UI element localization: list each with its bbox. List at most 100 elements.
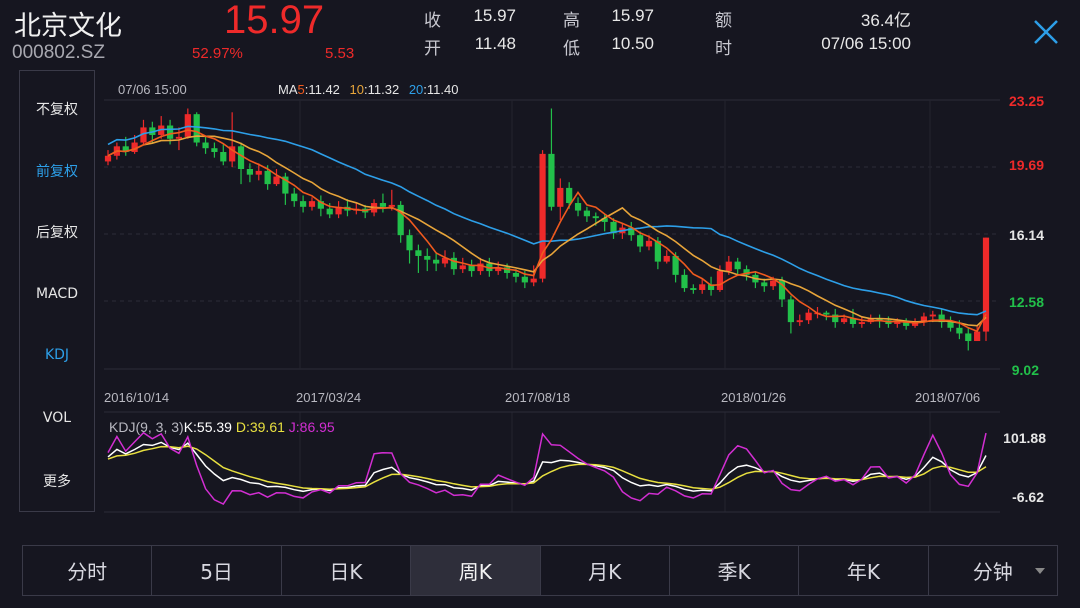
price-axis-label: 9.02	[1011, 362, 1039, 378]
ma10-value: :11.32	[364, 82, 400, 97]
candle-body	[761, 282, 768, 287]
tab-minute[interactable]: 分钟	[929, 546, 1057, 595]
candle-body	[734, 261, 741, 270]
candle-body	[796, 320, 803, 323]
candle-body	[512, 272, 520, 277]
candle-body	[193, 114, 200, 143]
candle-body	[246, 168, 254, 175]
price-axis-label: 16.14	[1008, 227, 1044, 243]
candle-body	[929, 314, 936, 317]
candle-body	[202, 142, 209, 149]
tab-daily-k[interactable]: 日K	[282, 546, 412, 595]
tab-label: 周K	[458, 560, 492, 584]
date-axis-label: 2016/10/14	[104, 390, 170, 405]
price-axis-label: 23.25	[1008, 93, 1044, 109]
tab-weekly-k[interactable]: 周K	[411, 546, 541, 595]
kdj-axis-bottom: -6.62	[1012, 489, 1044, 505]
ma5-key: 5	[297, 82, 305, 97]
date-axis-label: 2018/01/26	[721, 390, 787, 405]
kline-chart[interactable]	[0, 0, 1080, 540]
candle-body	[433, 259, 440, 264]
date-axis-label: 2017/03/24	[296, 390, 362, 405]
candle-body	[308, 201, 316, 207]
tab-label: 季K	[717, 560, 751, 584]
candle-body	[237, 146, 245, 169]
candle-body	[894, 322, 901, 325]
kdj-j-value: J:86.95	[288, 419, 335, 435]
candle-body	[406, 235, 413, 251]
kdj-j-line	[107, 431, 987, 505]
candle-body	[947, 322, 954, 328]
kdj-axis-top: 101.88	[1003, 430, 1046, 446]
candle-body	[699, 284, 706, 290]
candle-body	[840, 318, 848, 323]
price-axis-label: 19.69	[1008, 157, 1044, 173]
candle-body	[220, 151, 227, 162]
ma20-key: 20	[408, 82, 424, 97]
candle-body	[326, 208, 333, 215]
kdj-label: KDJ(9, 3, 3)	[109, 419, 184, 435]
candle-body	[805, 312, 812, 321]
price-axis-label: 12.58	[1008, 294, 1044, 310]
ma-legend: MA5:11.42 10:11.32 20:11.40	[278, 82, 458, 97]
date-axis-label: 2018/07/06	[915, 390, 981, 405]
candle-body	[557, 187, 564, 207]
candle-body	[770, 280, 777, 287]
candle-body	[956, 327, 963, 334]
candle-body	[255, 170, 262, 175]
candle-body	[300, 201, 307, 207]
candle-body	[681, 274, 688, 289]
tab-yearly-k[interactable]: 年K	[799, 546, 929, 595]
chevron-down-icon	[1035, 568, 1045, 574]
candle-body	[521, 276, 528, 283]
candle-body	[104, 155, 112, 162]
candle-body	[291, 193, 298, 202]
kdj-d-value: D:39.61	[235, 419, 285, 435]
tab-5day[interactable]: 5日	[152, 546, 282, 595]
candle-body	[823, 312, 830, 315]
candle-body	[264, 170, 271, 185]
period-tabs: 分时 5日 日K 周K 月K 季K 年K 分钟	[22, 545, 1058, 596]
tab-label: 日K	[329, 560, 363, 584]
tab-label: 分钟	[972, 560, 1013, 584]
candle-body	[787, 299, 794, 323]
candle-body	[468, 265, 475, 272]
tab-label: 月K	[588, 560, 622, 584]
tab-label: 5日	[200, 560, 233, 584]
candle-body	[858, 322, 865, 325]
candle-body	[592, 216, 599, 219]
ma10-key: 10	[349, 82, 365, 97]
ma20-value: :11.40	[423, 82, 459, 97]
tab-label: 年K	[846, 560, 880, 584]
kdj-legend: KDJ(9, 3, 3)K:55.39 D:39.61 J:86.95	[109, 419, 335, 435]
candle-body	[548, 153, 555, 207]
tab-monthly-k[interactable]: 月K	[541, 546, 670, 595]
cursor-date: 07/06 15:00	[118, 82, 187, 97]
kdj-d-line	[107, 445, 987, 491]
tab-label: 分时	[67, 560, 108, 584]
ma-label: MA	[278, 82, 298, 97]
candle-body	[379, 203, 387, 207]
candle-body	[645, 240, 653, 247]
candle-body	[424, 255, 431, 260]
candle-body	[184, 114, 191, 137]
kdj-k-value: K:55.39	[183, 419, 232, 435]
candle-body	[166, 125, 174, 139]
candle-body	[690, 288, 697, 290]
candle-body	[716, 271, 724, 290]
ma5-value: :11.42	[304, 82, 340, 97]
candle-body	[637, 235, 644, 247]
tab-intraday[interactable]: 分时	[23, 546, 153, 595]
candle-body	[725, 261, 732, 272]
candle-body	[459, 265, 466, 270]
candle-body	[965, 333, 972, 342]
candle-body	[574, 203, 582, 211]
date-axis-label: 2017/08/18	[505, 390, 571, 405]
candle-body	[583, 210, 591, 217]
tab-quarterly-k[interactable]: 季K	[670, 546, 800, 595]
candle-body	[211, 148, 218, 152]
candle-body	[663, 255, 670, 262]
candle-body	[175, 136, 183, 139]
candle-body	[415, 250, 422, 256]
candle-body	[566, 187, 573, 204]
